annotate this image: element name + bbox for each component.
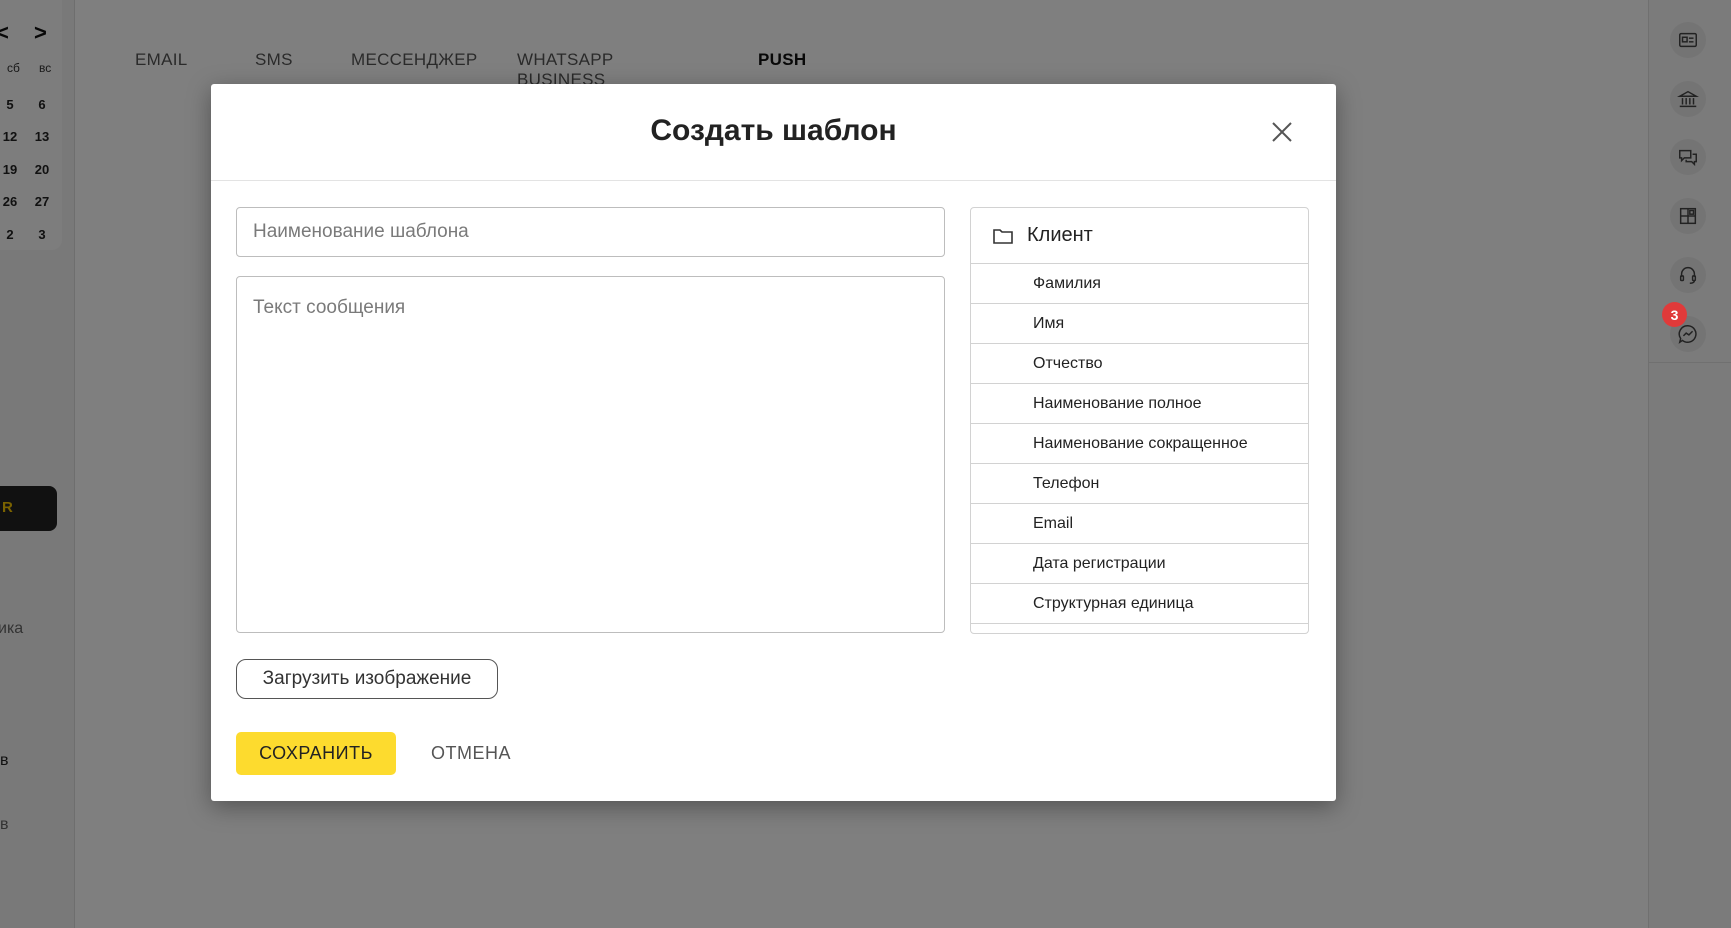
fields-group-label: Клиент [1027, 224, 1093, 246]
message-text-area[interactable] [236, 276, 945, 633]
upload-image-button[interactable]: Загрузить изображение [236, 659, 498, 699]
field-item-email[interactable]: Email [971, 504, 1308, 544]
field-item-full-name[interactable]: Наименование полное [971, 384, 1308, 424]
field-item-last-name[interactable]: Фамилия [971, 264, 1308, 304]
field-item-first-name[interactable]: Имя [971, 304, 1308, 344]
fields-group-header[interactable]: Клиент [971, 208, 1308, 264]
field-item-patronymic[interactable]: Отчество [971, 344, 1308, 384]
field-item-structural-unit[interactable]: Структурная единица [971, 584, 1308, 624]
save-button[interactable]: СОХРАНИТЬ [236, 732, 396, 775]
modal-header: Создать шаблон [211, 84, 1336, 181]
close-icon[interactable] [1268, 118, 1296, 146]
fields-panel: Клиент Фамилия Имя Отчество Наименование… [970, 207, 1309, 634]
folder-icon [993, 228, 1013, 244]
modal-title: Создать шаблон [650, 114, 897, 147]
notification-badge: 3 [1662, 302, 1687, 327]
template-name-input[interactable] [236, 207, 945, 257]
create-template-modal: Создать шаблон Клиент Фамилия Имя Отчест… [211, 84, 1336, 801]
field-item-registration-date[interactable]: Дата регистрации [971, 544, 1308, 584]
cancel-button[interactable]: ОТМЕНА [416, 732, 526, 775]
field-item-short-name[interactable]: Наименование сокращенное [971, 424, 1308, 464]
field-item-phone[interactable]: Телефон [971, 464, 1308, 504]
